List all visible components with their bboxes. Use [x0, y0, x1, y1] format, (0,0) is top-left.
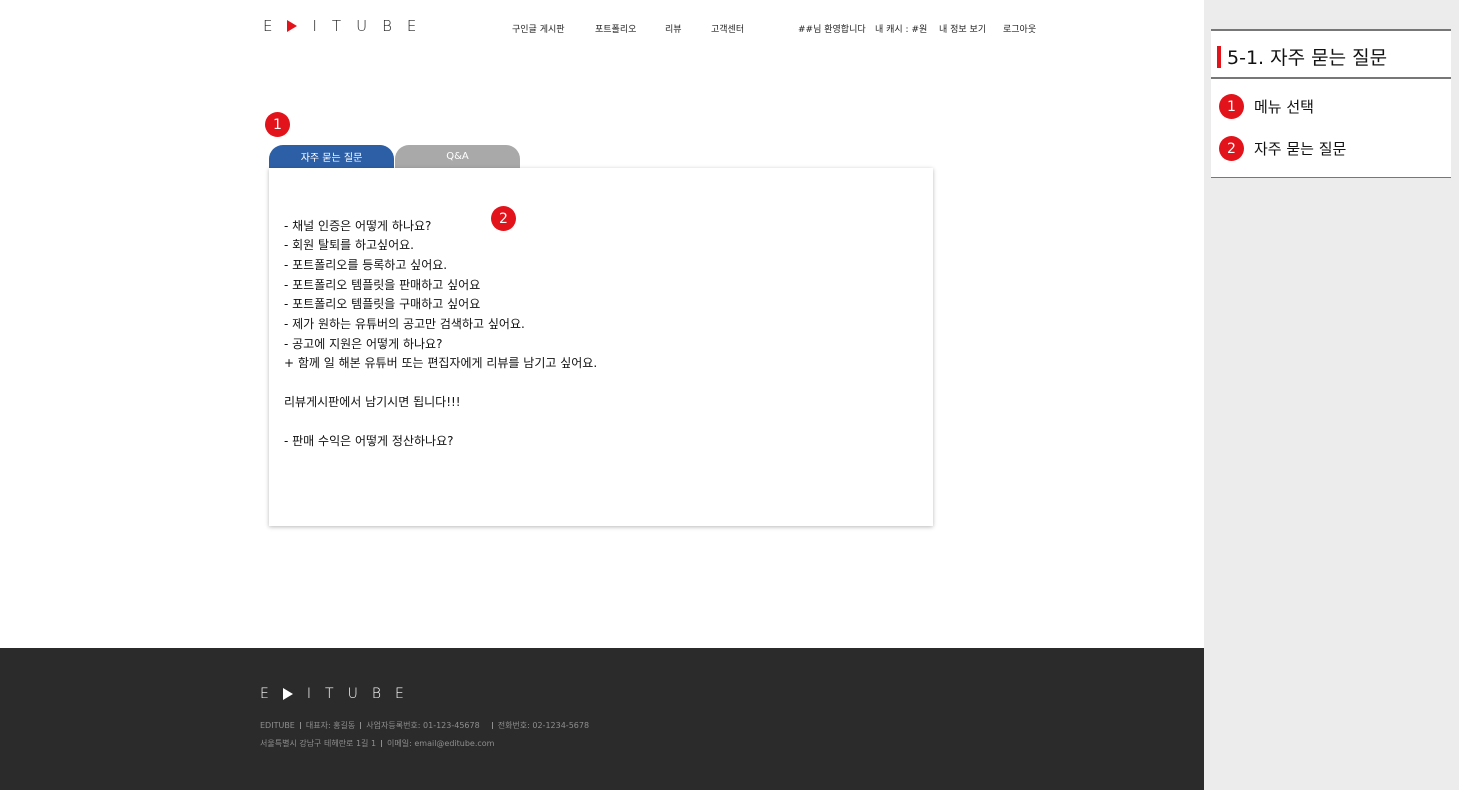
- logout-link[interactable]: 로그아웃: [1003, 22, 1036, 35]
- footer-logo: E I T U B E: [260, 686, 404, 702]
- annotation-title-text: 5-1. 자주 묻는 질문: [1227, 47, 1388, 69]
- footer-contact-info: 서울특별시 강남구 테헤란로 1길 1 이메일: email@editube.c…: [260, 738, 494, 749]
- annotation-title: 5-1. 자주 묻는 질문: [1217, 43, 1387, 70]
- main-page: E I T U B E 구인글 게시판 포트폴리오 리뷰 고객센터 ##님 환영…: [0, 0, 1204, 790]
- logo-letter: B: [382, 17, 392, 35]
- logo-letter: E: [406, 17, 417, 35]
- nav-portfolio[interactable]: 포트폴리오: [595, 22, 636, 35]
- logo-letter: I: [312, 17, 317, 35]
- annotation-marker-1: 1: [265, 112, 290, 137]
- logo-letter: I: [306, 686, 311, 702]
- footer-separator: [299, 722, 301, 729]
- faq-item[interactable]: - 채널 인증은 어떻게 하나요?: [284, 217, 431, 234]
- footer-company-info: EDITUBE 대표자: 홍길동 사업자등록번호: 01-123-45678 전…: [260, 720, 589, 731]
- faq-item[interactable]: - 판매 수익은 어떻게 정산하나요?: [284, 432, 453, 449]
- logo-letter: E: [263, 17, 273, 35]
- logo-letter: E: [394, 686, 404, 702]
- footer-biz-no: 사업자등록번호: 01-123-45678: [366, 721, 480, 730]
- annotation-box: 5-1. 자주 묻는 질문 1 메뉴 선택 2 자주 묻는 질문: [1211, 29, 1451, 178]
- logo-letter: T: [325, 686, 334, 702]
- footer-separator: [491, 722, 493, 729]
- nav-customer-center[interactable]: 고객센터: [711, 22, 744, 35]
- footer-ceo: 대표자: 홍길동: [305, 721, 356, 730]
- faq-item[interactable]: - 공고에 지원은 어떻게 하나요?: [284, 335, 442, 352]
- faq-item[interactable]: - 포트폴리오를 등록하고 싶어요.: [284, 256, 447, 273]
- annotation-label: 자주 묻는 질문: [1254, 140, 1347, 158]
- footer-email: 이메일: email@editube.com: [387, 739, 495, 748]
- tab-qna[interactable]: Q&A: [395, 145, 520, 168]
- play-icon: [282, 688, 293, 700]
- faq-item[interactable]: - 포트폴리오 템플릿을 판매하고 싶어요: [284, 276, 480, 293]
- nav-job-board[interactable]: 구인글 게시판: [512, 22, 565, 35]
- footer-phone: 전화번호: 02-1234-5678: [497, 721, 590, 730]
- welcome-text: ##님 환영합니다: [798, 25, 866, 35]
- logo-letter: B: [371, 686, 381, 702]
- faq-item[interactable]: - 포트폴리오 템플릿을 구매하고 싶어요: [284, 295, 480, 312]
- annotation-sidebar: 5-1. 자주 묻는 질문 1 메뉴 선택 2 자주 묻는 질문: [1204, 0, 1459, 790]
- annotation-number: 1: [1219, 94, 1244, 119]
- footer-address: 서울특별시 강남구 테헤란로 1길 1: [260, 739, 377, 748]
- header-logo[interactable]: E I T U B E: [263, 17, 416, 35]
- cash-text: 내 캐시 : #원: [875, 25, 928, 35]
- my-info-link[interactable]: 내 정보 보기: [939, 22, 986, 35]
- annotation-item: 2 자주 묻는 질문: [1219, 136, 1346, 161]
- logo-letter: U: [356, 17, 368, 35]
- faq-item[interactable]: - 회원 탈퇴를 하고싶어요.: [284, 236, 414, 253]
- logo-letter: U: [347, 686, 358, 702]
- annotation-item: 1 메뉴 선택: [1219, 94, 1314, 119]
- annotation-marker-2: 2: [491, 206, 516, 231]
- footer-separator: [381, 740, 383, 747]
- nav-review[interactable]: 리뷰: [665, 22, 682, 35]
- annotation-label: 메뉴 선택: [1254, 98, 1314, 116]
- play-icon: [287, 20, 298, 32]
- tab-faq[interactable]: 자주 묻는 질문: [269, 145, 394, 168]
- title-accent-bar: [1217, 45, 1221, 68]
- divider: [1211, 77, 1451, 79]
- footer-company: EDITUBE: [260, 721, 295, 730]
- faq-item[interactable]: - 제가 원하는 유튜버의 공고만 검색하고 싶어요.: [284, 315, 525, 332]
- logo-letter: T: [331, 17, 342, 35]
- logo-letter: E: [260, 686, 269, 702]
- footer: [0, 648, 1204, 790]
- faq-answer: 리뷰게시판에서 남기시면 됩니다!!!: [284, 395, 461, 409]
- footer-separator: [360, 722, 362, 729]
- annotation-number: 2: [1219, 136, 1244, 161]
- faq-item-expanded[interactable]: + 함께 일 해본 유튜버 또는 편집자에게 리뷰를 남기고 싶어요.: [284, 354, 597, 371]
